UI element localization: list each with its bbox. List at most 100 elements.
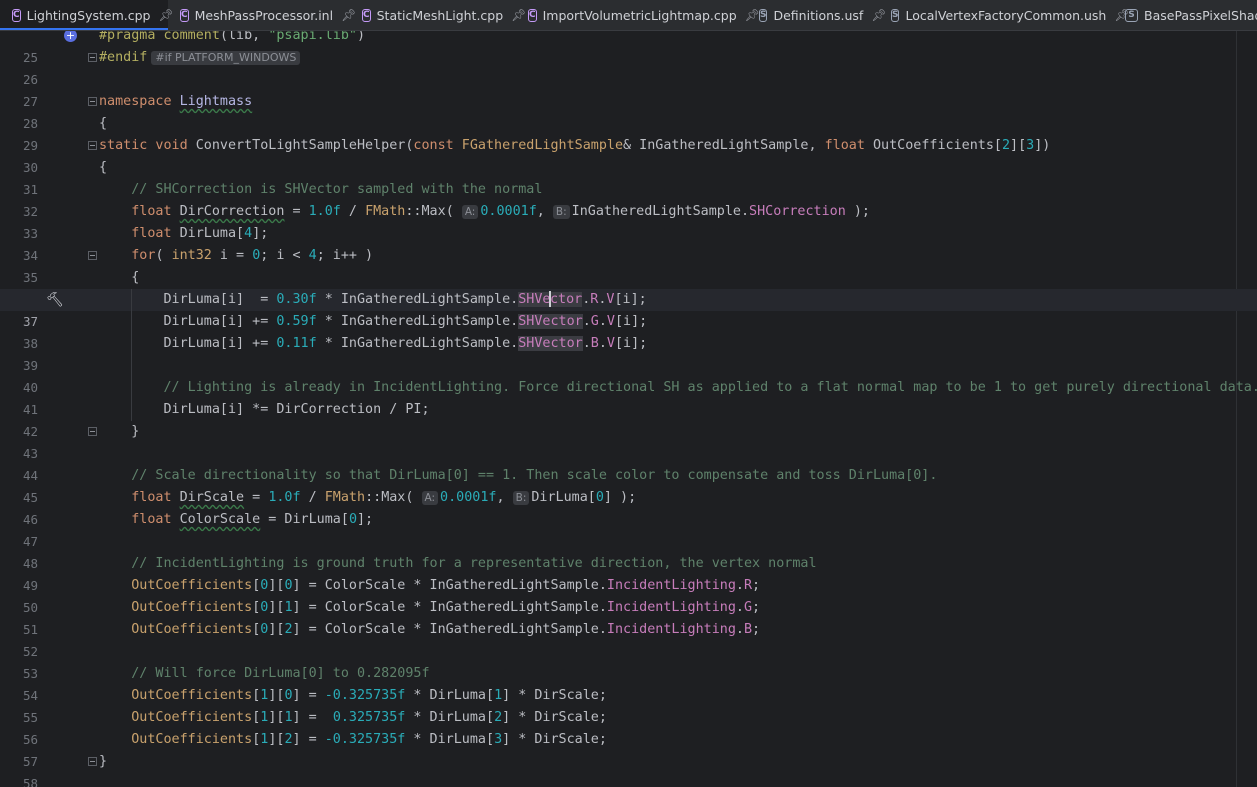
fold-marker[interactable] <box>88 757 97 766</box>
code-lines: 25 + #pragma comment(lib, "psapi.lib") 2… <box>0 31 1257 787</box>
cpp-file-icon: C <box>12 8 21 22</box>
code-text: DirLuma[i] += 0.11f * InGatheredLightSam… <box>99 336 648 351</box>
current-code-line: 37 🔨︎ DirLuma[i] = 0.30f * InGatheredLig… <box>0 289 1257 329</box>
code-line: 52 OutCoefficients[0][2] = ColorScale * … <box>0 619 1257 659</box>
code-line: 30 static void ConvertToLightSampleHelpe… <box>0 135 1257 175</box>
code-text: // Scale directionality so that DirLuma[… <box>99 465 937 487</box>
tab-localvertexfactorycommon-ush[interactable]: S LocalVertexFactoryCommon.ush 📌︎ <box>879 0 1130 30</box>
tab-lightingsystem-cpp[interactable]: C LightingSystem.cpp 📌︎ <box>0 0 174 30</box>
code-line: 46 float DirScale = 1.0f / FMath::Max( A… <box>0 487 1257 527</box>
tab-importvolumetriclightmap-cpp[interactable]: C ImportVolumetricLightmap.cpp 📌︎ <box>516 0 760 30</box>
code-line: 49 // IncidentLighting is ground truth f… <box>0 553 1257 593</box>
code-text: OutCoefficients[1][0] = -0.325735f * Dir… <box>131 688 607 703</box>
code-line: 26 #endif #if PLATFORM_WINDOWS <box>0 47 1257 87</box>
code-text: // Will force DirLuma[0] to 0.282095f <box>99 663 430 685</box>
shader-file-icon: S <box>891 8 900 22</box>
tab-label: MeshPassProcessor.inl <box>194 7 334 23</box>
code-text: float ColorScale = DirLuma[0]; <box>131 512 374 527</box>
code-text: OutCoefficients[0][0] = ColorScale * InG… <box>131 578 761 593</box>
code-line: 27 <box>0 69 1257 109</box>
code-line: 40 <box>0 355 1257 395</box>
code-text: OutCoefficients[0][2] = ColorScale * InG… <box>131 622 761 637</box>
fold-marker[interactable] <box>88 53 97 62</box>
code-line: 48 <box>0 531 1257 571</box>
code-line: 39 DirLuma[i] += 0.11f * InGatheredLight… <box>0 333 1257 373</box>
tab-label: LocalVertexFactoryCommon.ush <box>905 7 1107 23</box>
code-line: 59 <box>0 773 1257 787</box>
code-line: 55 OutCoefficients[1][0] = -0.325735f * … <box>0 685 1257 725</box>
fold-marker[interactable] <box>88 251 97 260</box>
code-text: namespace Lightmass <box>99 94 253 109</box>
tab-label: LightingSystem.cpp <box>26 7 151 23</box>
param-hint: B: <box>552 205 570 219</box>
code-line: 45 // Scale directionality so that DirLu… <box>0 465 1257 505</box>
code-text: DirLuma[i] += 0.59f * InGatheredLightSam… <box>99 314 648 329</box>
code-text: static void ConvertToLightSampleHelper(c… <box>99 138 1051 153</box>
code-line: 29 { <box>0 113 1257 153</box>
code-line: 38 DirLuma[i] += 0.59f * InGatheredLight… <box>0 311 1257 351</box>
code-comment: // SHCorrection is SHVector sampled with… <box>131 182 543 197</box>
endif-inlay-hint: #if PLATFORM_WINDOWS <box>151 51 301 65</box>
hammer-icon[interactable]: 🔨︎ <box>46 289 64 311</box>
code-editor[interactable]: 25 + #pragma comment(lib, "psapi.lib") 2… <box>0 31 1257 787</box>
fold-marker[interactable] <box>88 427 97 436</box>
code-line: 33 float DirCorrection = 1.0f / FMath::M… <box>0 201 1257 241</box>
code-text: #pragma comment(lib, "psapi.lib") <box>99 31 365 47</box>
code-text: OutCoefficients[0][1] = ColorScale * InG… <box>131 600 761 615</box>
code-text: float DirLuma[4]; <box>131 226 269 241</box>
code-text: OutCoefficients[1][2] = -0.325735f * Dir… <box>131 732 607 747</box>
code-text: DirLuma[i] = 0.30f * InGatheredLightSamp… <box>99 291 647 307</box>
code-line: 43 } <box>0 421 1257 461</box>
code-line: 34 float DirLuma[4]; <box>0 223 1257 263</box>
tab-staticmeshlight-cpp[interactable]: C StaticMeshLight.cpp 📌︎ <box>350 0 526 30</box>
code-text: { <box>99 270 140 285</box>
code-text: } <box>99 754 108 769</box>
tab-label: ImportVolumetricLightmap.cpp <box>542 7 737 23</box>
code-line: 50 OutCoefficients[0][0] = ColorScale * … <box>0 575 1257 615</box>
param-hint: A: <box>461 205 479 219</box>
cpp-file-icon: C <box>528 8 537 22</box>
code-text: float DirScale = 1.0f / FMath::Max( A: 0.… <box>131 490 637 505</box>
code-line: 25 + #pragma comment(lib, "psapi.lib") <box>0 31 1257 65</box>
code-line: 41 // Lighting is already in IncidentLig… <box>0 377 1257 417</box>
fold-marker[interactable] <box>88 97 97 106</box>
fold-marker[interactable] <box>88 141 97 150</box>
code-text: { <box>99 160 108 175</box>
tab-label: BasePassPixelShader <box>1144 7 1257 23</box>
cpp-file-icon: C <box>362 8 371 22</box>
code-line: 51 OutCoefficients[0][1] = ColorScale * … <box>0 597 1257 637</box>
code-line: 57 OutCoefficients[1][2] = -0.325735f * … <box>0 729 1257 769</box>
tab-label: Definitions.usf <box>773 7 864 23</box>
code-line: 58 } <box>0 751 1257 787</box>
code-text: float DirCorrection = 1.0f / FMath::Max(… <box>131 204 870 219</box>
tab-meshpassprocessor-inl[interactable]: C MeshPassProcessor.inl 📌︎ <box>168 0 356 30</box>
tab-definitions-usf[interactable]: S Definitions.usf 📌︎ <box>747 0 887 30</box>
shader-file-icon: S <box>759 8 768 22</box>
string-literal: "psapi.lib" <box>268 31 357 43</box>
code-line: 56 OutCoefficients[1][1] = 0.325735f * D… <box>0 707 1257 747</box>
add-circle-icon[interactable]: + <box>64 31 77 42</box>
indent-guide <box>131 355 132 377</box>
code-text: // Lighting is already in IncidentLighti… <box>99 377 1257 399</box>
code-line: 31 { <box>0 157 1257 197</box>
code-text: { <box>99 116 108 131</box>
code-line: 44 <box>0 443 1257 483</box>
code-comment: // Lighting is already in IncidentLighti… <box>163 380 1257 395</box>
code-text: DirLuma[i] *= DirCorrection / PI; <box>99 402 430 417</box>
code-line: 28 namespace Lightmass <box>0 91 1257 131</box>
code-line: 32 // SHCorrection is SHVector sampled w… <box>0 179 1257 219</box>
code-text: // SHCorrection is SHVector sampled with… <box>99 179 542 201</box>
code-comment: // IncidentLighting is ground truth for … <box>131 556 817 571</box>
code-line: 47 float ColorScale = DirLuma[0]; <box>0 509 1257 549</box>
tab-basepasspixelshader[interactable]: S BasePassPixelShader <box>1113 0 1257 30</box>
shader-file-icon: S <box>1125 8 1138 22</box>
cpp-file-icon: C <box>180 8 189 22</box>
tab-label: StaticMeshLight.cpp <box>376 7 504 23</box>
code-line: 42 DirLuma[i] *= DirCorrection / PI; <box>0 399 1257 439</box>
param-hint: A: <box>421 491 439 505</box>
code-text: // IncidentLighting is ground truth for … <box>99 553 817 575</box>
code-text: OutCoefficients[1][1] = 0.325735f * DirL… <box>131 710 607 725</box>
code-line: 36 { <box>0 267 1257 307</box>
code-comment: // Will force DirLuma[0] to 0.282095f <box>131 666 430 681</box>
code-line: 53 <box>0 641 1257 681</box>
